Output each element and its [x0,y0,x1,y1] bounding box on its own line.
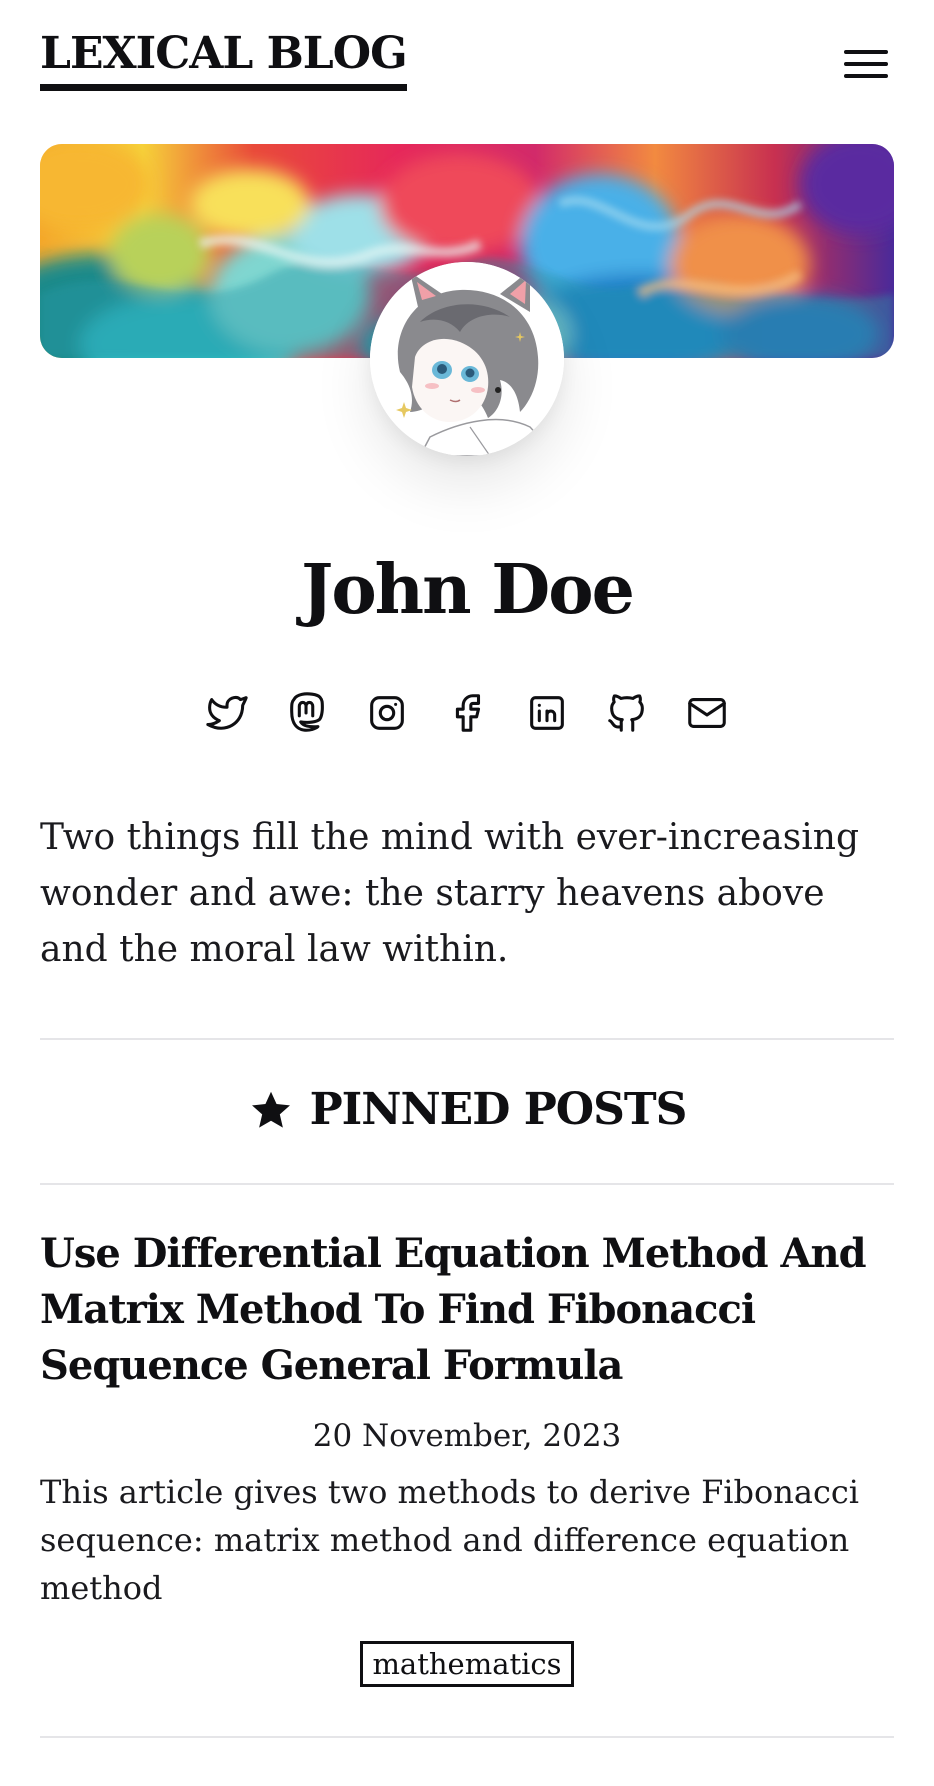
hamburger-menu-icon[interactable] [842,44,890,84]
site-header: LEXICAL BLOG [40,24,894,104]
star-icon [248,1087,294,1133]
profile-name: John Doe [301,550,635,630]
post-description: This article gives two methods to derive… [40,1473,860,1607]
pinned-posts-heading: PINNED POSTS [0,1080,934,1140]
post-tag[interactable]: mathematics [360,1641,574,1687]
instagram-icon[interactable] [364,690,410,736]
post-title-link[interactable]: Use Differential Equation Method And Mat… [40,1226,900,1394]
github-icon[interactable] [604,690,650,736]
twitter-icon[interactable] [204,690,250,736]
facebook-icon[interactable] [444,690,490,736]
profile-bio: Two things fill the mind with ever-incre… [40,817,859,970]
mail-icon[interactable] [684,690,730,736]
linkedin-icon[interactable] [524,690,570,736]
pinned-posts-title: PINNED POSTS [309,1084,688,1135]
section-divider-top [40,1038,894,1040]
post-date: 20 November, 2023 [312,1418,622,1454]
mastodon-icon[interactable] [284,690,330,736]
section-divider-bottom [40,1736,894,1738]
page: LEXICAL BLOG John Doe Two things fill th… [0,0,934,1786]
avatar [370,262,564,456]
section-divider-middle [40,1183,894,1185]
site-title-link[interactable]: LEXICAL BLOG [40,24,408,91]
social-links [0,690,934,746]
